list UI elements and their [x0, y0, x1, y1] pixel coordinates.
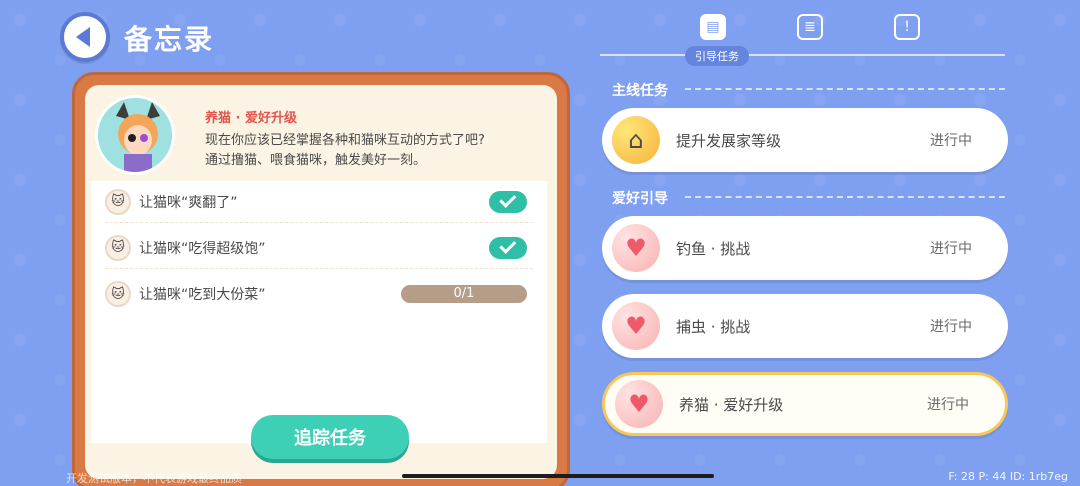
checkmark-icon [489, 236, 527, 259]
back-button[interactable] [60, 12, 110, 62]
subtask-row: 🐱 让猫咪“爽翻了” [105, 181, 533, 223]
quest-description: 现在你应该已经掌握各种和猫咪互动的方式了吧? 通过撸猫、喂食猫咪，触发美好一刻。 [205, 131, 550, 171]
book-icon[interactable]: ▤ [700, 14, 726, 40]
quest-card-status: 进行中 [930, 133, 972, 149]
subtask-progress-bar: 0/1 [401, 285, 527, 303]
quest-card-label: 提升发展家等级 [676, 131, 782, 150]
cat-face-icon: 🐱 [105, 188, 131, 215]
npc-avatar [95, 95, 175, 175]
heart-icon: ♥ [615, 380, 663, 428]
quest-name: 养猫 · 爱好升级 [205, 111, 297, 126]
quest-card-label: 钓鱼 · 挑战 [676, 239, 751, 258]
debug-stats: F: 28 P: 44 ID: 1rb7eg [948, 470, 1068, 483]
page-title: 备忘录 [124, 23, 215, 56]
quest-card-status: 进行中 [927, 397, 969, 413]
quest-card[interactable]: ♥ 钓鱼 · 挑战 进行中 [602, 216, 1008, 280]
quest-card[interactable]: ⌂ 提升发展家等级 进行中 [602, 108, 1008, 172]
subtask-list: 🐱 让猫咪“爽翻了” 🐱 让猫咪“吃得超级饱” 🐱 让猫咪“吃到大份菜” 0/1 [91, 181, 547, 443]
subtask-row: 🐱 让猫咪“吃得超级饱” [105, 227, 533, 269]
tab-divider [600, 54, 1005, 56]
subtask-row: 🐱 让猫咪“吃到大份菜” 0/1 [105, 273, 533, 315]
quest-description-line: 通过撸猫、喂食猫咪，触发美好一刻。 [205, 153, 427, 168]
npc-avatar-icon [98, 98, 172, 172]
section-title-hobby: 爱好引导 [612, 191, 668, 207]
category-tabs: ▤ ≣ ! [700, 14, 920, 48]
track-quest-button[interactable]: 追踪任务 [251, 415, 409, 459]
subtask-label: 让猫咪“吃到大份菜” [139, 287, 266, 303]
quest-card-label: 捕虫 · 挑战 [676, 317, 751, 336]
checklist-icon[interactable]: ≣ [797, 14, 823, 40]
cat-face-icon: 🐱 [105, 234, 131, 261]
heart-icon: ♥ [612, 302, 660, 350]
quest-card-label: 养猫 · 爱好升级 [679, 395, 784, 414]
quest-detail-panel: 养猫 · 爱好升级 现在你应该已经掌握各种和猫咪互动的方式了吧? 通过撸猫、喂食… [72, 72, 570, 486]
tip-icon[interactable]: ! [894, 14, 920, 40]
quest-card-status: 进行中 [930, 319, 972, 335]
house-icon: ⌂ [612, 116, 660, 164]
home-indicator[interactable] [402, 474, 714, 478]
checkmark-icon [489, 190, 527, 213]
section-title-main: 主线任务 [612, 83, 668, 99]
quest-card[interactable]: ♥ 捕虫 · 挑战 进行中 [602, 294, 1008, 358]
subtask-label: 让猫咪“爽翻了” [139, 194, 238, 211]
quest-detail-inner: 养猫 · 爱好升级 现在你应该已经掌握各种和猫咪互动的方式了吧? 通过撸猫、喂食… [85, 85, 557, 479]
section-divider [685, 88, 1005, 90]
quest-card-status: 进行中 [930, 241, 972, 257]
active-tab-label: 引导任务 [685, 46, 749, 66]
build-disclaimer: 开发测试版本，不代表游戏最终品质 [66, 472, 242, 485]
subtask-label: 让猫咪“吃得超级饱” [139, 240, 266, 257]
heart-icon: ♥ [612, 224, 660, 272]
section-divider [685, 196, 1005, 198]
quest-description-line: 现在你应该已经掌握各种和猫咪互动的方式了吧? [205, 133, 485, 148]
back-arrow-icon [76, 27, 90, 47]
cat-face-icon: 🐱 [105, 281, 131, 307]
quest-card-selected[interactable]: ♥ 养猫 · 爱好升级 进行中 [602, 372, 1008, 436]
